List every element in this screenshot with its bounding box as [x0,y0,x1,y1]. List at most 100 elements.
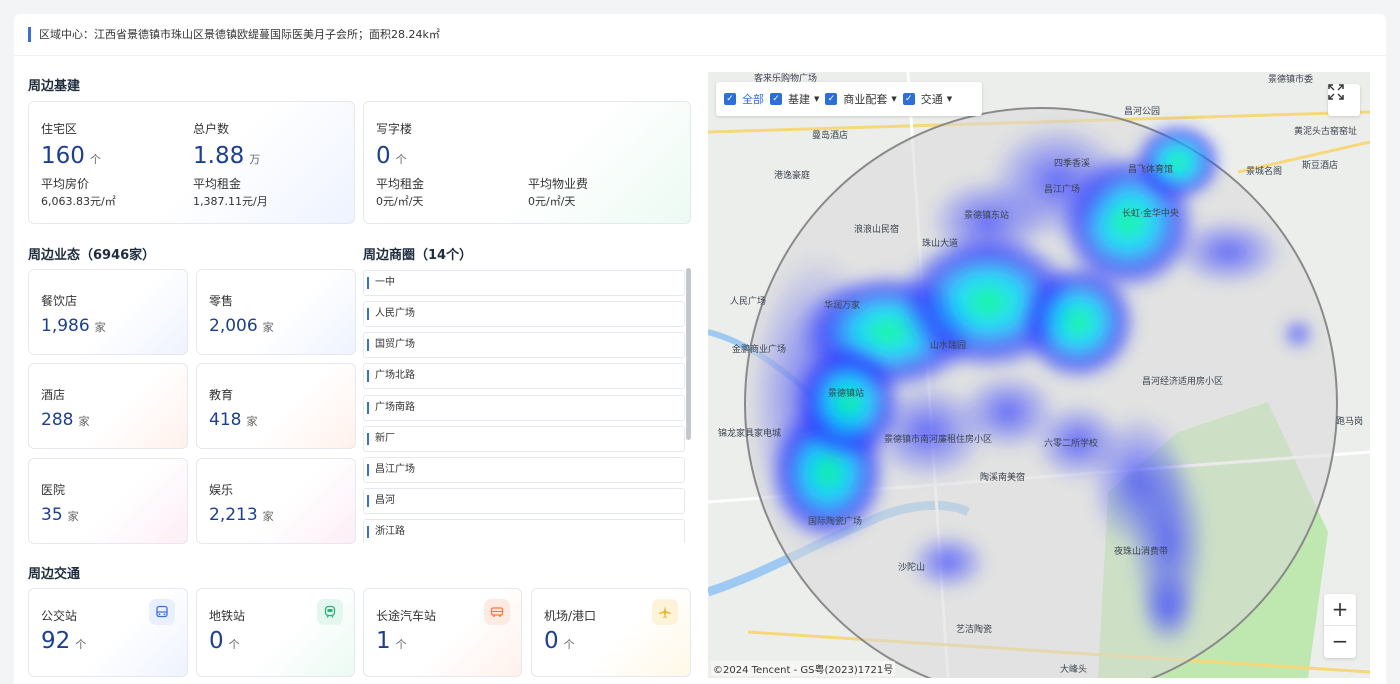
transport-label: 机场/港口 [544,609,597,623]
filter-infrastructure[interactable]: ✓ 基建 ▼ [770,91,819,107]
filter-transport[interactable]: ✓ 交通 ▼ [902,91,952,107]
subway-icon [317,599,343,625]
zoom-out-button[interactable]: − [1324,626,1356,658]
office-value: 0个 [376,143,407,169]
business-value: 288 家 [41,410,90,430]
transport-card-subway: 地铁站 0个 [196,588,355,677]
office-fee-value: 0元/㎡/天 [528,195,576,208]
top-bar: 区域中心：江西省景德镇市珠山区景德镇欧缇蔓国际医美月子会所；面积28.24k㎡ [14,14,1386,56]
map-label: 沙陀山 [898,561,925,573]
district-item[interactable]: 人民广场 [363,301,685,327]
checkbox-icon[interactable]: ✓ [770,93,782,105]
districts-scrollbar[interactable] [686,268,691,440]
fullscreen-button[interactable] [1328,84,1360,116]
map-label: 景德镇市南河廉租住房小区 [884,433,992,445]
business-card-retail: 零售 2,006 家 [196,269,356,355]
districts-list[interactable]: 一中 人民广场 国贸广场 广场北路 广场南路 新厂 昌江广场 昌河 浙江路 [363,268,691,543]
map-label: 曼岛酒店 [812,129,848,141]
transport-label: 地铁站 [209,609,246,623]
business-label: 教育 [209,388,234,402]
map-label: 景德镇站 [828,387,864,399]
business-value: 35 家 [41,505,79,525]
map-label: 华润万家 [824,299,860,311]
transport-value: 0个 [209,628,240,654]
business-label: 酒店 [41,388,66,402]
district-item[interactable]: 昌江广场 [363,457,685,483]
business-card-hospital: 医院 35 家 [28,458,188,544]
business-value: 2,006 家 [209,316,274,336]
district-item[interactable]: 新厂 [363,426,685,452]
district-item[interactable]: 昌河 [363,488,685,514]
map-label: 金鹏商业广场 [732,343,786,355]
avg-rent-label: 平均租金 [193,177,242,191]
coach-icon [484,599,510,625]
office-label: 写字楼 [376,122,413,136]
avg-rent-value: 1,387.11元/月 [193,195,268,208]
map-label: 跑马岗 [1336,415,1363,427]
map-label: 长虹·金华中央 [1122,207,1179,219]
map-label: 港逸豪庭 [774,169,810,181]
map-label: 昌江广场 [1044,183,1080,195]
map-copyright: ©2024 Tencent - GS粤(2023)1721号 [711,661,896,676]
map-label: 景城名阁 [1246,165,1282,177]
households-label: 总户数 [193,122,230,136]
map-label: 斯豆酒店 [1302,159,1338,171]
avg-price-value: 6,063.83元/㎡ [41,195,116,208]
map-label: 四季香溪 [1054,157,1090,169]
map-canvas[interactable]: 客来乐购物广场 景德镇市委 曼岛酒店 港逸豪庭 浪浪山民宿 景德镇东站 珠山大道… [708,72,1370,678]
district-item[interactable]: 广场南路 [363,395,685,421]
business-label: 餐饮店 [41,294,78,308]
map-label: 锦龙家具家电城 [718,427,781,439]
households-value: 1.88 万 [193,143,261,169]
filter-commerce[interactable]: ✓ 商业配套 ▼ [825,91,897,107]
map-label: 人民广场 [730,295,766,307]
transport-card-airport: 机场/港口 0个 [531,588,691,677]
business-value: 418 家 [209,410,258,430]
map-label: 昌飞体育馆 [1128,163,1173,175]
map-label: 浪浪山民宿 [854,223,899,235]
district-item[interactable]: 广场北路 [363,363,685,389]
business-value: 1,986 家 [41,316,106,336]
heatmap-map[interactable]: 客来乐购物广场 景德镇市委 曼岛酒店 港逸豪庭 浪浪山民宿 景德镇东站 珠山大道… [708,72,1370,678]
map-label: 山水瑞园 [930,339,966,351]
checkbox-icon[interactable]: ✓ [902,93,915,105]
district-item[interactable]: 浙江路 [363,519,685,543]
business-label: 零售 [209,294,234,308]
business-card-education: 教育 418 家 [196,363,356,449]
office-rent-value: 0元/㎡/天 [376,195,424,208]
business-label: 娱乐 [209,483,234,497]
district-item[interactable]: 国贸广场 [363,332,685,358]
checkbox-icon[interactable]: ✓ [825,93,838,105]
office-fee-label: 平均物业费 [528,177,589,191]
region-info: 区域中心：江西省景德镇市珠山区景德镇欧缇蔓国际医美月子会所；面积28.24k㎡ [28,27,440,42]
map-filter-bar: ✓ 全部 ✓ 基建 ▼ ✓ 商业配套 ▼ ✓ 交通 ▼ [716,82,982,116]
office-rent-label: 平均租金 [376,177,425,191]
transport-value: 0个 [544,628,575,654]
checkbox-icon[interactable]: ✓ [724,93,736,105]
residential-label: 住宅区 [41,122,78,136]
transport-value: 1个 [376,628,407,654]
map-label: 景德镇东站 [964,209,1009,221]
transport-card-coach: 长途汽车站 1个 [363,588,522,677]
filter-all[interactable]: ✓ 全部 [724,91,764,107]
infrastructure-title: 周边基建 [28,79,81,94]
zoom-control: + − [1324,594,1356,658]
map-label: 黄泥头古窑窑址 [1294,125,1357,137]
map-label: 陶溪南美宿 [980,471,1025,483]
infrastructure-card-residential: 住宅区 160 个 平均房价 6,063.83元/㎡ 总户数 1.88 万 平均租金… [28,101,355,224]
caret-down-icon[interactable]: ▼ [814,95,819,103]
map-label: 夜珠山消费带 [1114,545,1168,557]
district-item[interactable]: 一中 [363,270,685,296]
map-label: 景德镇市委 [1268,73,1313,85]
residential-value: 160 个 [41,143,101,169]
infrastructure-card-office: 写字楼 0个 平均租金 0元/㎡/天 平均物业费 0元/㎡/天 [363,101,691,224]
transport-label: 公交站 [41,609,78,623]
business-card-entertainment: 娱乐 2,213 家 [196,458,356,544]
map-label: 艺洁陶瓷 [956,623,992,635]
airplane-icon [652,599,678,625]
caret-down-icon[interactable]: ▼ [891,95,896,103]
map-label: 六零二所学校 [1044,437,1098,449]
caret-down-icon[interactable]: ▼ [947,95,952,103]
zoom-in-button[interactable]: + [1324,594,1356,626]
business-label: 医院 [41,483,66,497]
